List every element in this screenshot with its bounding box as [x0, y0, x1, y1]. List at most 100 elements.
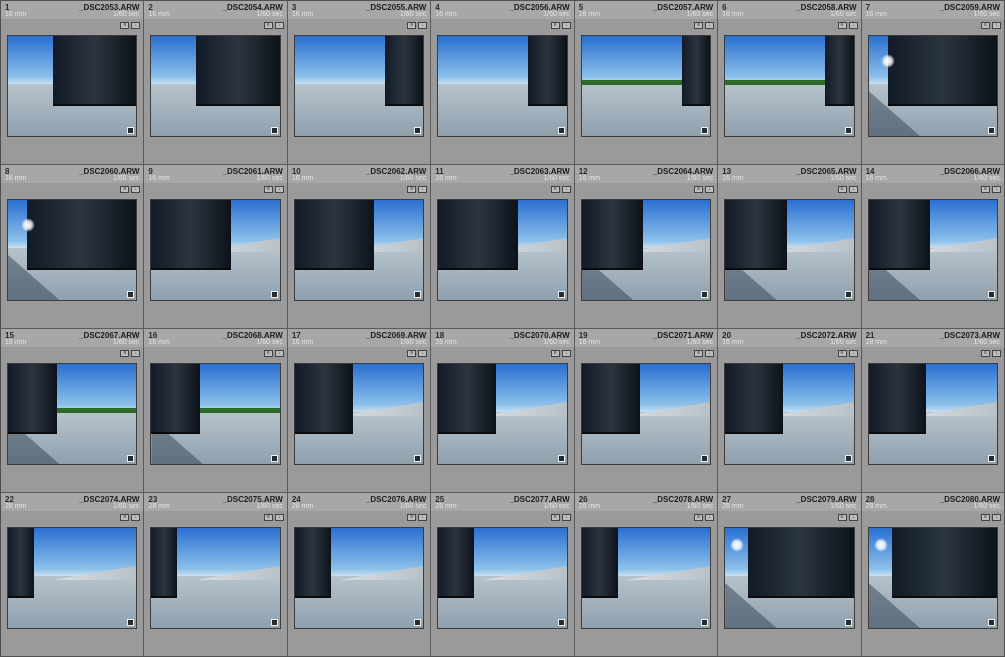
photo-cell[interactable]: 26 _DSC2078.ARW 28 mm 1/60 sec ≡ ↓ — [574, 493, 718, 656]
edit-badge-icon[interactable]: ↓ — [705, 350, 715, 357]
metadata-badge-icon[interactable]: ≡ — [981, 22, 990, 29]
photo-cell[interactable]: 22 _DSC2074.ARW 28 mm 1/60 sec ≡ ↓ — [1, 493, 144, 656]
develop-adjustment-icon[interactable] — [988, 455, 995, 462]
edit-badge-icon[interactable]: ↓ — [418, 350, 428, 357]
photo-cell[interactable]: 12 _DSC2064.ARW 16 mm 1/60 sec ≡ ↓ — [574, 165, 718, 328]
develop-adjustment-icon[interactable] — [127, 127, 135, 134]
photo-cell[interactable]: 21 _DSC2073.ARW 28 mm 1/60 sec ≡ ↓ — [861, 329, 1004, 492]
metadata-badge-icon[interactable]: ≡ — [837, 186, 847, 193]
photo-cell[interactable]: 28 _DSC2080.ARW 28 mm 1/60 sec ≡ ↓ — [861, 493, 1004, 656]
develop-adjustment-icon[interactable] — [701, 127, 709, 134]
edit-badge-icon[interactable]: ↓ — [418, 186, 428, 193]
metadata-badge-icon[interactable]: ≡ — [837, 350, 847, 357]
edit-badge-icon[interactable]: ↓ — [705, 186, 715, 193]
develop-adjustment-icon[interactable] — [557, 455, 565, 462]
edit-badge-icon[interactable]: ↓ — [561, 350, 571, 357]
photo-thumbnail[interactable] — [580, 527, 712, 629]
develop-adjustment-icon[interactable] — [270, 127, 278, 134]
develop-adjustment-icon[interactable] — [127, 291, 135, 298]
metadata-badge-icon[interactable]: ≡ — [407, 186, 417, 193]
edit-badge-icon[interactable]: ↓ — [561, 186, 571, 193]
photo-cell[interactable]: 17 _DSC2069.ARW 16 mm 1/60 sec ≡ ↓ — [287, 329, 431, 492]
develop-adjustment-icon[interactable] — [988, 291, 995, 298]
metadata-badge-icon[interactable]: ≡ — [694, 22, 704, 29]
develop-adjustment-icon[interactable] — [127, 619, 135, 626]
photo-thumbnail[interactable] — [867, 363, 998, 465]
photo-cell[interactable]: 10 _DSC2062.ARW 16 mm 1/60 sec ≡ ↓ — [287, 165, 431, 328]
photo-thumbnail[interactable] — [7, 199, 138, 301]
photo-thumbnail[interactable] — [437, 199, 568, 301]
photo-thumbnail[interactable] — [293, 363, 425, 465]
edit-badge-icon[interactable]: ↓ — [274, 186, 284, 193]
photo-cell[interactable]: 11 _DSC2063.ARW 16 mm 1/60 sec ≡ ↓ — [431, 165, 574, 328]
metadata-badge-icon[interactable]: ≡ — [694, 514, 704, 521]
metadata-badge-icon[interactable]: ≡ — [120, 186, 130, 193]
edit-badge-icon[interactable]: ↓ — [848, 186, 858, 193]
photo-thumbnail[interactable] — [437, 35, 568, 137]
photo-thumbnail[interactable] — [293, 35, 425, 137]
photo-cell[interactable]: 23 _DSC2075.ARW 28 mm 1/60 sec ≡ ↓ — [144, 493, 287, 656]
develop-adjustment-icon[interactable] — [701, 619, 709, 626]
photo-cell[interactable]: 1 _DSC2053.ARW 16 mm 1/60 sec ≡ ↓ — [1, 1, 144, 164]
photo-thumbnail[interactable] — [150, 527, 281, 629]
metadata-badge-icon[interactable]: ≡ — [981, 514, 990, 521]
develop-adjustment-icon[interactable] — [988, 127, 995, 134]
develop-adjustment-icon[interactable] — [988, 619, 995, 626]
edit-badge-icon[interactable]: ↓ — [705, 514, 715, 521]
photo-thumbnail[interactable] — [580, 363, 712, 465]
edit-badge-icon[interactable]: ↓ — [131, 186, 141, 193]
metadata-badge-icon[interactable]: ≡ — [263, 186, 273, 193]
photo-thumbnail[interactable] — [150, 363, 281, 465]
photo-cell[interactable]: 4 _DSC2056.ARW 16 mm 1/60 sec ≡ ↓ — [431, 1, 574, 164]
edit-badge-icon[interactable]: ↓ — [274, 22, 284, 29]
metadata-badge-icon[interactable]: ≡ — [837, 22, 847, 29]
photo-thumbnail[interactable] — [867, 527, 998, 629]
photo-cell[interactable]: 5 _DSC2057.ARW 16 mm 1/60 sec ≡ ↓ — [574, 1, 718, 164]
metadata-badge-icon[interactable]: ≡ — [981, 350, 990, 357]
develop-adjustment-icon[interactable] — [127, 455, 135, 462]
develop-adjustment-icon[interactable] — [414, 619, 422, 626]
photo-thumbnail[interactable] — [150, 35, 281, 137]
metadata-badge-icon[interactable]: ≡ — [981, 186, 990, 193]
develop-adjustment-icon[interactable] — [701, 291, 709, 298]
edit-badge-icon[interactable]: ↓ — [992, 350, 1001, 357]
edit-badge-icon[interactable]: ↓ — [992, 186, 1001, 193]
edit-badge-icon[interactable]: ↓ — [418, 22, 428, 29]
photo-cell[interactable]: 25 _DSC2077.ARW 28 mm 1/60 sec ≡ ↓ — [431, 493, 574, 656]
photo-cell[interactable]: 19 _DSC2071.ARW 16 mm 1/60 sec ≡ ↓ — [574, 329, 718, 492]
develop-adjustment-icon[interactable] — [414, 127, 422, 134]
metadata-badge-icon[interactable]: ≡ — [550, 350, 560, 357]
metadata-badge-icon[interactable]: ≡ — [120, 350, 130, 357]
photo-cell[interactable]: 27 _DSC2079.ARW 28 mm 1/60 sec ≡ ↓ — [718, 493, 861, 656]
metadata-badge-icon[interactable]: ≡ — [550, 186, 560, 193]
edit-badge-icon[interactable]: ↓ — [705, 22, 715, 29]
metadata-badge-icon[interactable]: ≡ — [263, 514, 273, 521]
metadata-badge-icon[interactable]: ≡ — [837, 514, 847, 521]
metadata-badge-icon[interactable]: ≡ — [407, 514, 417, 521]
photo-cell[interactable]: 2 _DSC2054.ARW 16 mm 1/60 sec ≡ ↓ — [144, 1, 287, 164]
metadata-badge-icon[interactable]: ≡ — [694, 350, 704, 357]
develop-adjustment-icon[interactable] — [414, 291, 422, 298]
photo-thumbnail[interactable] — [7, 363, 138, 465]
edit-badge-icon[interactable]: ↓ — [131, 22, 141, 29]
photo-cell[interactable]: 6 _DSC2058.ARW 16 mm 1/60 sec ≡ ↓ — [718, 1, 861, 164]
photo-thumbnail[interactable] — [293, 527, 425, 629]
photo-cell[interactable]: 13 _DSC2065.ARW 16 mm 1/60 sec ≡ ↓ — [718, 165, 861, 328]
metadata-badge-icon[interactable]: ≡ — [263, 350, 273, 357]
metadata-badge-icon[interactable]: ≡ — [694, 186, 704, 193]
edit-badge-icon[interactable]: ↓ — [418, 514, 428, 521]
edit-badge-icon[interactable]: ↓ — [561, 22, 571, 29]
develop-adjustment-icon[interactable] — [270, 291, 278, 298]
photo-cell[interactable]: 9 _DSC2061.ARW 16 mm 1/60 sec ≡ ↓ — [144, 165, 287, 328]
photo-thumbnail[interactable] — [580, 35, 712, 137]
photo-cell[interactable]: 15 _DSC2067.ARW 16 mm 1/60 sec ≡ ↓ — [1, 329, 144, 492]
photo-cell[interactable]: 18 _DSC2070.ARW 16 mm 1/60 sec ≡ ↓ — [431, 329, 574, 492]
metadata-badge-icon[interactable]: ≡ — [407, 22, 417, 29]
photo-cell[interactable]: 7 _DSC2059.ARW 16 mm 1/60 sec ≡ ↓ — [861, 1, 1004, 164]
develop-adjustment-icon[interactable] — [557, 291, 565, 298]
develop-adjustment-icon[interactable] — [844, 455, 852, 462]
develop-adjustment-icon[interactable] — [844, 127, 852, 134]
edit-badge-icon[interactable]: ↓ — [848, 514, 858, 521]
develop-adjustment-icon[interactable] — [270, 619, 278, 626]
develop-adjustment-icon[interactable] — [844, 619, 852, 626]
